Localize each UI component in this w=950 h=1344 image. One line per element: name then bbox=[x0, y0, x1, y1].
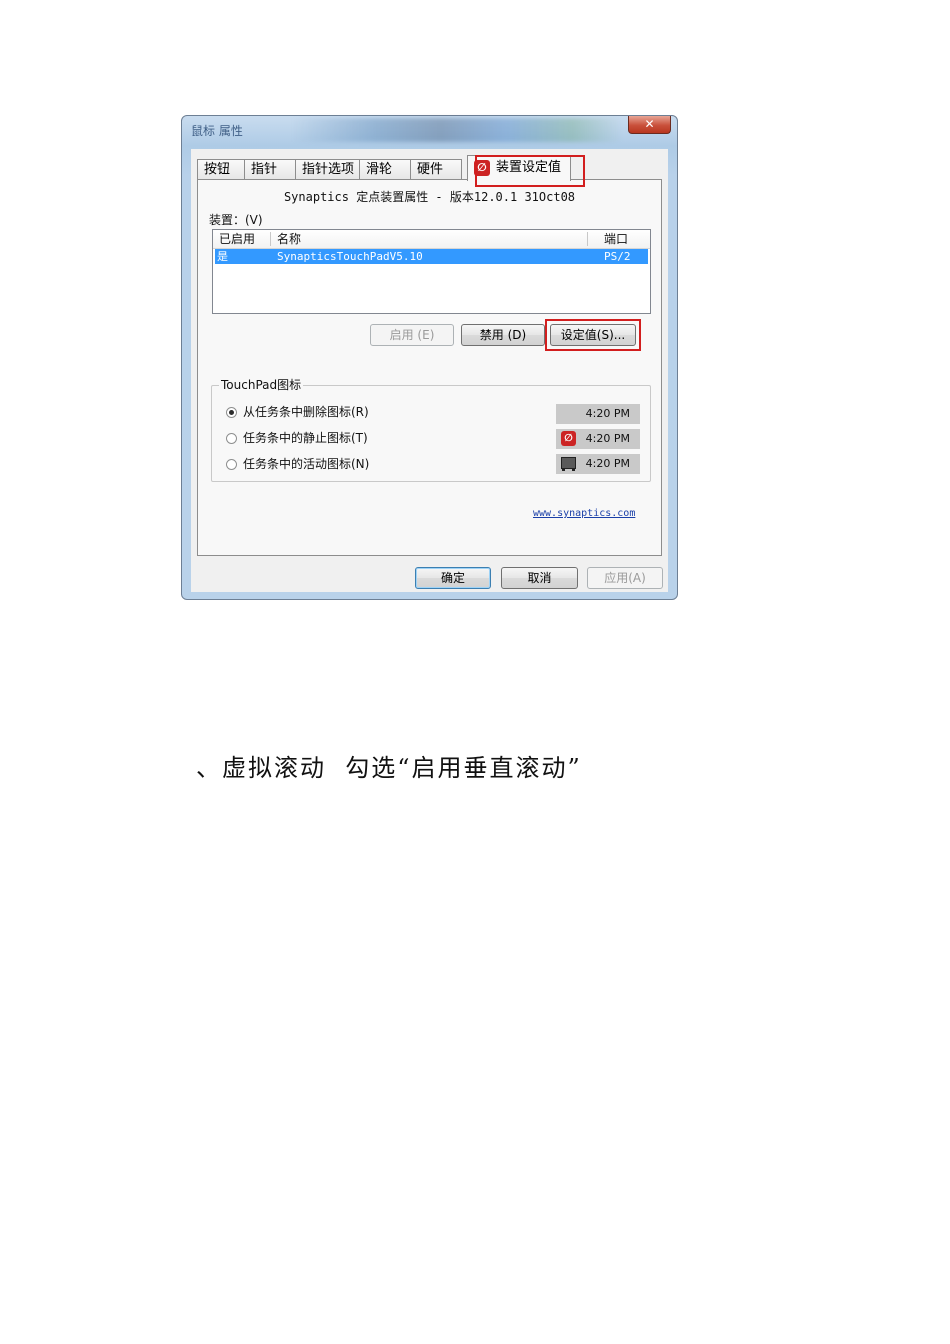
row-port: PS/2 bbox=[604, 250, 631, 263]
radio-label: 任务条中的静止图标(T) bbox=[243, 431, 368, 445]
preview-time: 4:20 PM bbox=[585, 407, 630, 420]
tab-hardware[interactable]: 硬件 bbox=[410, 159, 462, 180]
table-row[interactable]: 是 SynapticsTouchPadV5.10 PS/2 bbox=[215, 249, 648, 264]
tab-pointer-options[interactable]: 指针选项 bbox=[295, 159, 360, 180]
column-divider bbox=[587, 232, 588, 246]
device-list[interactable]: 已启用 名称 端口 是 SynapticsTouchPadV5.10 PS/2 bbox=[212, 229, 651, 314]
dialog-client: 按钮 指针 指针选项 滑轮 硬件 ∅ 装置设定值 Synaptics 定点装置属… bbox=[191, 149, 668, 592]
close-button[interactable]: ✕ bbox=[628, 116, 671, 134]
window-title: 鼠标 属性 bbox=[191, 124, 243, 138]
document-instruction-text: 、虚拟滚动 勾选“启用垂直滚动” bbox=[196, 754, 582, 782]
touchpad-icon bbox=[561, 457, 576, 471]
column-enabled[interactable]: 已启用 bbox=[219, 231, 255, 247]
device-list-header: 已启用 名称 端口 bbox=[213, 230, 650, 249]
row-enabled: 是 bbox=[217, 250, 228, 263]
touchpad-icon-group: TouchPad图标 从任务条中删除图标(R) 4:20 PM 任务条中的静止图… bbox=[211, 378, 651, 482]
enable-button[interactable]: 启用 (E) bbox=[370, 324, 454, 346]
column-port[interactable]: 端口 bbox=[604, 231, 628, 247]
radio-button[interactable] bbox=[226, 407, 237, 418]
mouse-properties-dialog: 鼠标 属性 ✕ 按钮 指针 指针选项 滑轮 硬件 ∅ 装置设定值 Synapti… bbox=[181, 115, 678, 600]
ok-button[interactable]: 确定 bbox=[415, 567, 491, 589]
title-decoration bbox=[292, 118, 622, 142]
preview-time: 4:20 PM bbox=[585, 457, 630, 470]
column-name[interactable]: 名称 bbox=[277, 231, 301, 247]
version-text: Synaptics 定点装置属性 - 版本12.0.1 31Oct08 bbox=[283, 190, 576, 204]
tab-pointer[interactable]: 指针 bbox=[244, 159, 296, 180]
close-icon: ✕ bbox=[644, 117, 655, 131]
device-settings-panel: Synaptics 定点装置属性 - 版本12.0.1 31Oct08 装置：(… bbox=[197, 179, 662, 556]
radio-remove-icon[interactable]: 从任务条中删除图标(R) bbox=[226, 404, 369, 420]
radio-label: 从任务条中删除图标(R) bbox=[243, 405, 369, 419]
radio-button[interactable] bbox=[226, 433, 237, 444]
apply-button[interactable]: 应用(A) bbox=[587, 567, 663, 589]
settings-highlight-box bbox=[545, 319, 641, 351]
taskbar-preview-active: 4:20 PM bbox=[556, 454, 640, 474]
radio-static-icon[interactable]: 任务条中的静止图标(T) bbox=[226, 430, 368, 446]
synaptics-link[interactable]: www.synaptics.com bbox=[533, 508, 635, 519]
row-device-name: SynapticsTouchPadV5.10 bbox=[277, 250, 423, 263]
device-label: 装置：(V) bbox=[209, 213, 263, 227]
group-title: TouchPad图标 bbox=[219, 378, 304, 392]
synaptics-icon: ∅ bbox=[561, 431, 576, 446]
radio-label: 任务条中的活动图标(N) bbox=[243, 457, 370, 471]
taskbar-preview-static: ∅ 4:20 PM bbox=[556, 429, 640, 449]
tab-buttons[interactable]: 按钮 bbox=[197, 159, 245, 180]
radio-button[interactable] bbox=[226, 459, 237, 470]
preview-time: 4:20 PM bbox=[585, 432, 630, 445]
disable-button[interactable]: 禁用 (D) bbox=[461, 324, 545, 346]
taskbar-preview-none: 4:20 PM bbox=[556, 404, 640, 424]
title-bar[interactable]: 鼠标 属性 ✕ bbox=[182, 116, 677, 144]
radio-active-icon[interactable]: 任务条中的活动图标(N) bbox=[226, 456, 369, 472]
column-divider bbox=[270, 232, 271, 246]
tab-highlight-box bbox=[475, 155, 585, 187]
cancel-button[interactable]: 取消 bbox=[501, 567, 578, 589]
tab-wheel[interactable]: 滑轮 bbox=[359, 159, 411, 180]
